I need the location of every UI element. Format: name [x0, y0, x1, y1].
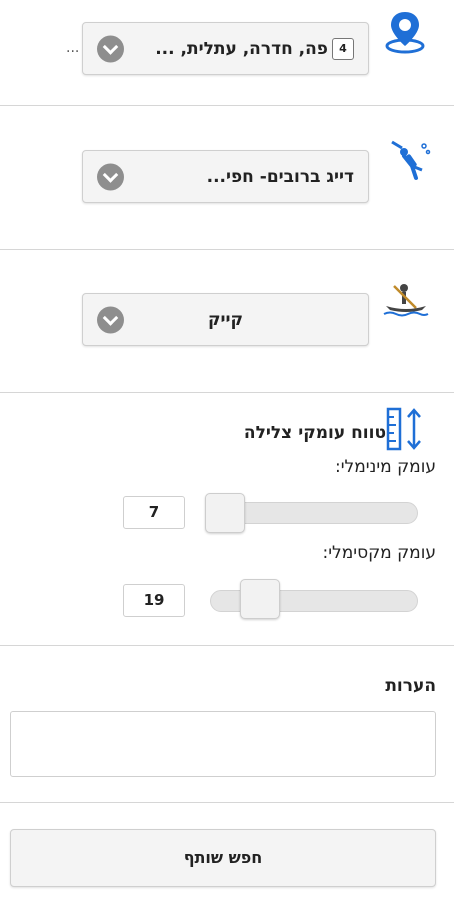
max-depth-slider-thumb[interactable]: [239, 579, 280, 619]
min-depth-input[interactable]: 7: [123, 496, 185, 529]
dive-type-section: דייג ברובים- חפי...: [0, 106, 454, 249]
entry-type-dropdown[interactable]: קייק: [82, 293, 369, 346]
scuba-diver-icon: [391, 140, 431, 180]
notes-label: הערות: [385, 676, 436, 696]
location-value: פה, חדרה, עתלית, ...: [155, 38, 328, 59]
location-section: ... 4 פה, חדרה, עתלית, ...: [0, 0, 454, 105]
min-depth-slider-thumb[interactable]: [205, 493, 245, 533]
dive-type-value: דייג ברובים- חפי...: [206, 166, 354, 187]
dive-type-dropdown[interactable]: דייג ברובים- חפי...: [82, 150, 369, 203]
kayak-icon: [383, 284, 429, 317]
max-depth-label: עומק מקסימלי:: [322, 543, 436, 563]
entry-type-value: קייק: [207, 309, 244, 330]
location-count-badge: 4: [332, 37, 354, 60]
depth-range-title: טווח עומקי צלילה: [243, 423, 386, 443]
depth-range-section: טווח עומקי צלילה עומק מינימלי: 7 עומק מק…: [0, 393, 454, 645]
chevron-down-icon: [97, 35, 124, 62]
location-pin-icon: [385, 12, 425, 54]
max-depth-input[interactable]: 19: [123, 584, 185, 617]
divider: [0, 802, 454, 803]
notes-textarea[interactable]: [10, 711, 436, 777]
entry-type-section: קייק: [0, 250, 454, 392]
overflow-ellipsis: ...: [66, 40, 80, 56]
search-partner-button[interactable]: חפש שותף: [10, 829, 436, 887]
notes-section: הערות: [0, 646, 454, 801]
chevron-down-icon: [97, 163, 124, 190]
ruler-vertical-arrows-icon: [386, 407, 421, 451]
min-depth-label: עומק מינימלי:: [335, 457, 436, 477]
location-dropdown[interactable]: 4 פה, חדרה, עתלית, ...: [82, 22, 369, 75]
